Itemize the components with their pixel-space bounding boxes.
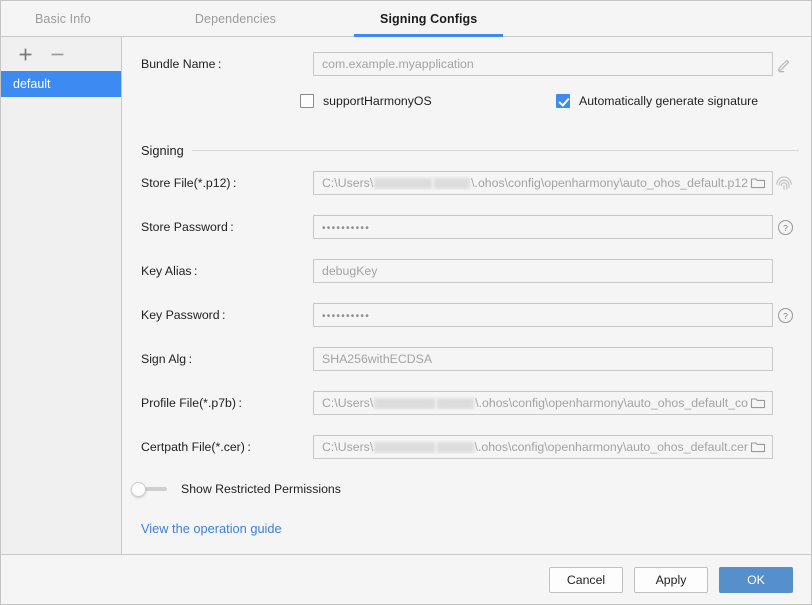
store-file-suffix: \.ohos\config\openharmony\auto_ohos_defa… xyxy=(471,176,748,190)
svg-text:?: ? xyxy=(783,223,788,233)
cancel-button[interactable]: Cancel xyxy=(549,566,623,593)
question-circle-icon: ? xyxy=(777,307,793,323)
store-file-input[interactable]: C:\Users\ \.ohos\config\openharmony\auto_… xyxy=(313,171,773,195)
key-password-row: Key Password : •••••••••• ? xyxy=(122,303,811,327)
store-password-label: Store Password : xyxy=(141,220,234,234)
store-password-help-button[interactable]: ? xyxy=(775,217,795,237)
signing-section-header: Signing xyxy=(122,143,799,158)
store-password-input[interactable]: •••••••••• xyxy=(313,215,773,239)
certpath-file-label: Certpath File(*.cer) : xyxy=(141,440,251,454)
support-harmonyos-checkbox[interactable] xyxy=(300,94,314,108)
show-restricted-permissions-label: Show Restricted Permissions xyxy=(181,482,341,496)
bundle-name-row: Bundle Name : com.example.myapplication xyxy=(122,52,811,76)
question-circle-icon: ? xyxy=(777,219,793,235)
store-file-label: Store File(*.p12) : xyxy=(141,176,237,190)
profile-file-prefix: C:\Users\ xyxy=(322,396,374,410)
svg-text:?: ? xyxy=(783,311,788,321)
certpath-file-suffix: \.ohos\config\openharmony\auto_ohos_defa… xyxy=(474,440,748,454)
show-restricted-permissions-row: Show Restricted Permissions xyxy=(131,482,341,497)
key-alias-row: Key Alias : debugKey xyxy=(122,259,811,283)
folder-icon xyxy=(750,398,766,409)
profile-file-value: C:\Users\ \.ohos\config\openharmony\auto_… xyxy=(322,396,748,410)
sidebar-item-default[interactable]: default xyxy=(1,71,121,97)
minus-icon xyxy=(51,53,63,55)
redacted-username-2 xyxy=(436,397,475,409)
profile-file-row: Profile File(*.p7b) : C:\Users\ \.ohos\co… xyxy=(122,391,811,415)
tab-label: Signing Configs xyxy=(380,11,478,26)
store-file-prefix: C:\Users\ xyxy=(322,176,374,190)
tab-signing-configs[interactable]: Signing Configs xyxy=(354,1,504,37)
signing-section-title: Signing xyxy=(141,143,184,158)
fingerprint-icon xyxy=(776,176,792,191)
bundle-name-edit-button[interactable] xyxy=(774,54,794,74)
certpath-file-row: Certpath File(*.cer) : C:\Users\ \.ohos\c… xyxy=(122,435,811,459)
sidebar-toolbar xyxy=(1,37,121,71)
redacted-username-2 xyxy=(434,177,471,189)
key-password-value: •••••••••• xyxy=(322,311,371,322)
redacted-username xyxy=(374,177,433,189)
store-file-browse-button[interactable] xyxy=(750,175,766,191)
bundle-name-input[interactable]: com.example.myapplication xyxy=(313,52,773,76)
remove-config-button[interactable] xyxy=(46,43,68,65)
sign-alg-row: Sign Alg : SHA256withECDSA xyxy=(122,347,811,371)
store-file-value: C:\Users\ \.ohos\config\openharmony\auto_… xyxy=(322,176,748,190)
folder-icon xyxy=(750,178,766,189)
ok-button[interactable]: OK xyxy=(719,566,793,593)
dialog-footer: Cancel Apply OK xyxy=(1,554,811,604)
pencil-icon xyxy=(777,59,789,72)
dialog-body: default Bundle Name : com.example.myappl… xyxy=(1,37,811,554)
plus-icon xyxy=(19,48,31,60)
store-password-row: Store Password : •••••••••• ? xyxy=(122,215,811,239)
key-alias-input[interactable]: debugKey xyxy=(313,259,773,283)
redacted-username xyxy=(374,397,435,409)
key-password-input[interactable]: •••••••••• xyxy=(313,303,773,327)
auto-generate-signature-checkbox-row[interactable]: Automatically generate signature xyxy=(556,94,758,108)
certpath-file-prefix: C:\Users\ xyxy=(322,440,374,454)
sidebar-item-label: default xyxy=(13,77,51,91)
key-alias-value: debugKey xyxy=(322,264,378,278)
tab-spacer-2 xyxy=(302,1,354,36)
profile-file-label: Profile File(*.p7b) : xyxy=(141,396,242,410)
store-file-fingerprint-button[interactable] xyxy=(774,173,794,193)
folder-icon xyxy=(750,442,766,453)
profile-file-input[interactable]: C:\Users\ \.ohos\config\openharmony\auto_… xyxy=(313,391,773,415)
profile-file-browse-button[interactable] xyxy=(750,395,766,411)
show-restricted-permissions-toggle[interactable] xyxy=(131,482,167,497)
apply-button[interactable]: Apply xyxy=(634,566,708,593)
tab-label: Dependencies xyxy=(194,11,277,26)
key-password-help-button[interactable]: ? xyxy=(775,305,795,325)
config-list: default xyxy=(1,71,121,554)
add-config-button[interactable] xyxy=(14,43,36,65)
toggle-knob xyxy=(131,482,146,497)
certpath-file-browse-button[interactable] xyxy=(750,439,766,455)
section-divider xyxy=(191,150,799,151)
operation-guide-link[interactable]: View the operation guide xyxy=(141,521,282,536)
sign-alg-label: Sign Alg : xyxy=(141,352,193,366)
support-harmonyos-label: supportHarmonyOS xyxy=(323,94,432,108)
key-password-label: Key Password : xyxy=(141,308,226,322)
sign-alg-value: SHA256withECDSA xyxy=(322,352,433,366)
bundle-name-value: com.example.myapplication xyxy=(322,57,474,71)
store-password-value: •••••••••• xyxy=(322,223,371,234)
tab-label: Basic Info xyxy=(35,11,91,26)
key-alias-label: Key Alias : xyxy=(141,264,198,278)
tab-bar: Basic Info Dependencies Signing Configs xyxy=(1,1,811,37)
store-file-row: Store File(*.p12) : C:\Users\ \.ohos\conf… xyxy=(122,171,811,195)
auto-generate-signature-checkbox[interactable] xyxy=(556,94,570,108)
profile-file-suffix: \.ohos\config\openharmony\auto_ohos_defa… xyxy=(475,396,748,410)
tab-spacer-1 xyxy=(117,1,169,36)
tab-basic-info[interactable]: Basic Info xyxy=(9,1,117,36)
certpath-file-value: C:\Users\ \.ohos\config\openharmony\auto_… xyxy=(322,440,748,454)
signing-configs-dialog: Basic Info Dependencies Signing Configs xyxy=(0,0,812,605)
certpath-file-input[interactable]: C:\Users\ \.ohos\config\openharmony\auto_… xyxy=(313,435,773,459)
redacted-username xyxy=(374,441,435,453)
redacted-username-2 xyxy=(436,441,474,453)
tab-dependencies[interactable]: Dependencies xyxy=(169,1,302,36)
support-harmonyos-checkbox-row[interactable]: supportHarmonyOS xyxy=(300,94,432,108)
bundle-name-label: Bundle Name : xyxy=(141,57,222,71)
signing-form-panel: Bundle Name : com.example.myapplication … xyxy=(122,37,811,554)
auto-generate-signature-label: Automatically generate signature xyxy=(579,94,759,108)
sign-alg-input[interactable]: SHA256withECDSA xyxy=(313,347,773,371)
config-sidebar: default xyxy=(1,37,122,554)
